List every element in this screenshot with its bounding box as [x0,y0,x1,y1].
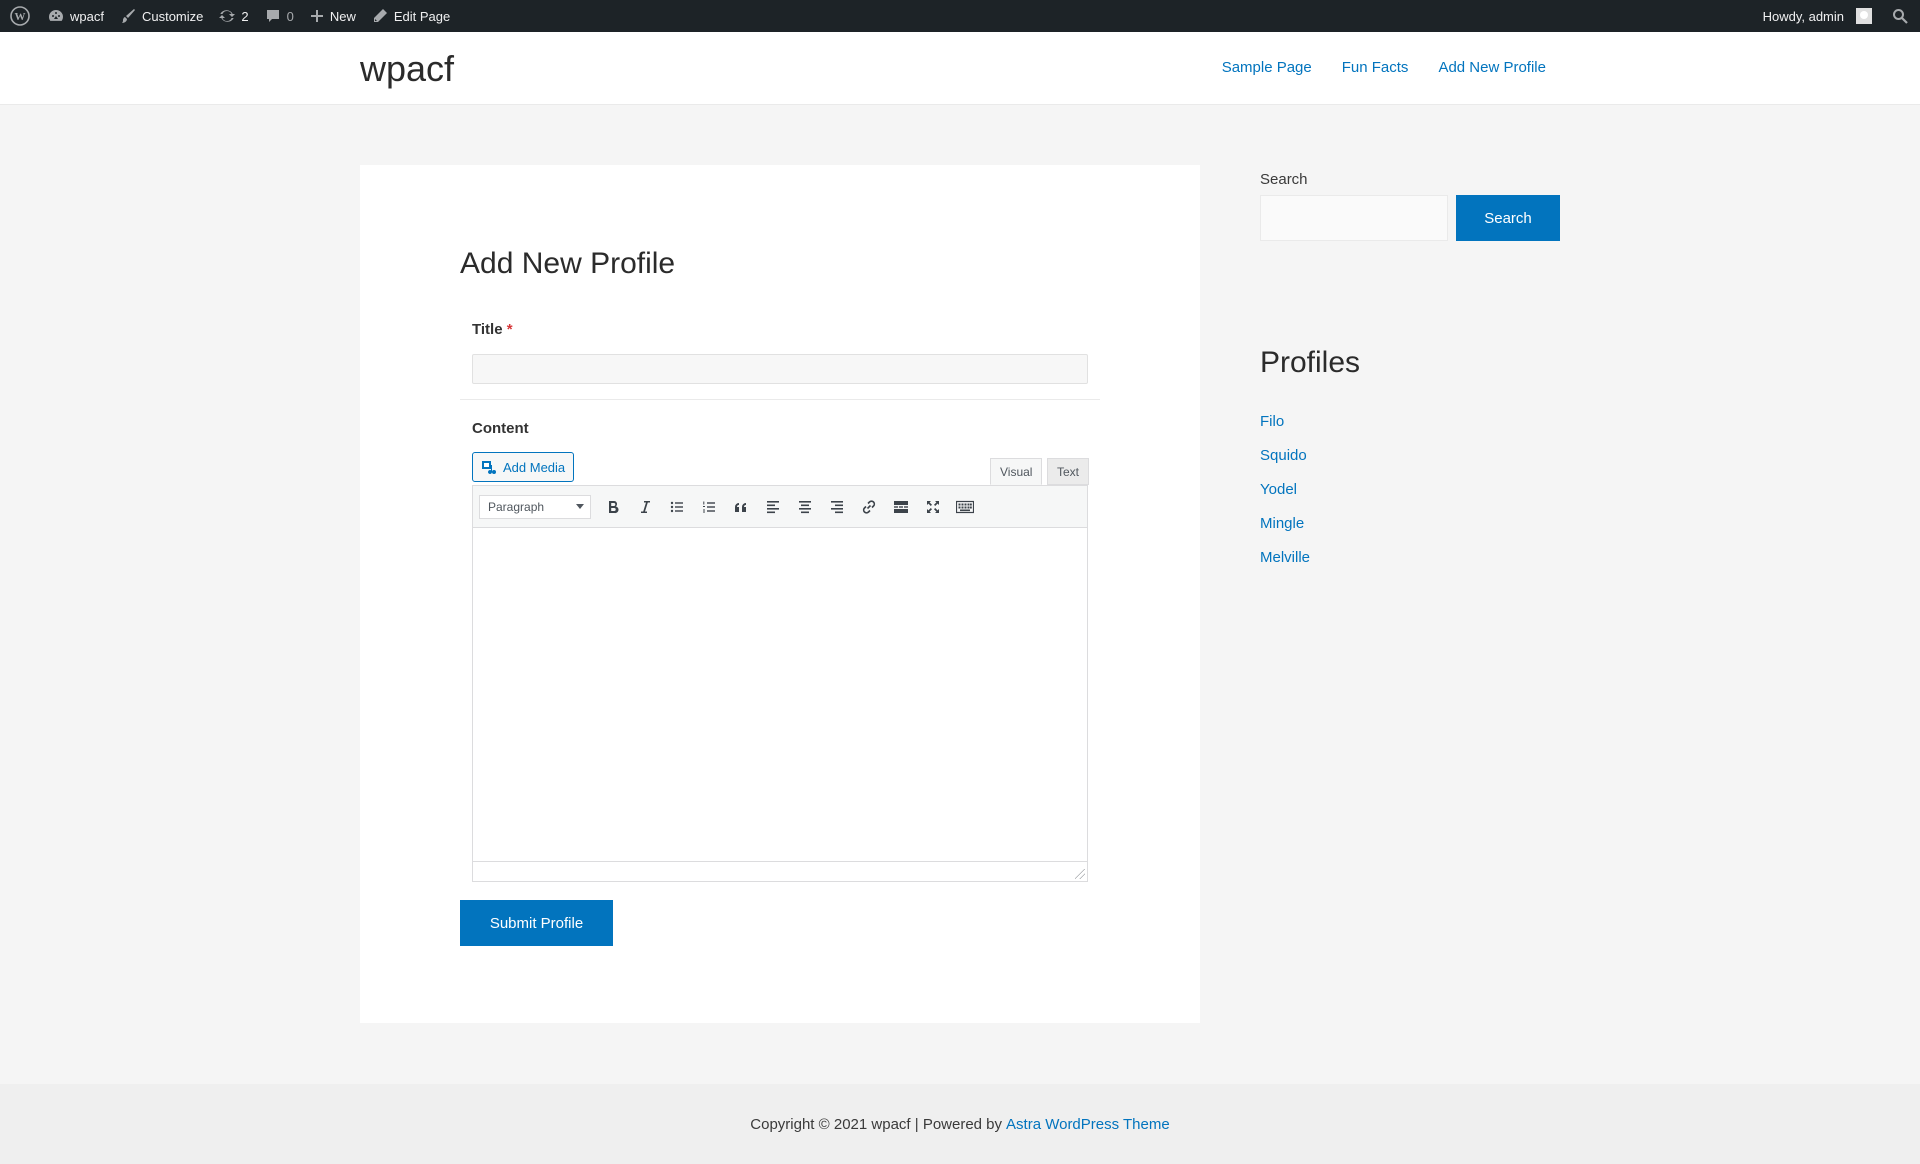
main-content-card: Add New Profile Title * Content Add Medi… [360,165,1200,1023]
profile-link-squido[interactable]: Squido [1260,447,1307,464]
my-account-menu[interactable]: Howdy, admin [1755,0,1880,32]
admin-bar: W wpacf Customize 2 0 New Edit Page Howd [0,0,1920,32]
svg-text:W: W [15,11,26,23]
howdy-label: Howdy, admin [1762,8,1844,24]
bold-icon [609,500,619,513]
search-icon [1893,9,1908,24]
profile-link-filo[interactable]: Filo [1260,413,1284,430]
bulleted-list-icon [670,501,683,512]
align-left-icon [767,500,779,513]
comment-icon [266,10,279,22]
admin-search[interactable] [1880,0,1920,32]
align-center-button[interactable] [789,492,821,522]
nav-item-sample-page[interactable]: Sample Page [1222,59,1312,76]
field-divider [460,399,1100,400]
comments-count: 0 [286,8,294,24]
tab-visual[interactable]: Visual [990,458,1043,485]
bold-button[interactable] [597,492,629,522]
tab-text[interactable]: Text [1047,458,1090,485]
site-name-menu[interactable]: wpacf [40,0,112,32]
site-header: wpacf Sample Page Fun Facts Add New Prof… [0,32,1920,105]
wordpress-logo-icon[interactable]: W [0,0,40,32]
search-button[interactable]: Search [1456,195,1560,241]
list-item: Yodel [1260,481,1310,515]
read-more-button[interactable] [885,492,917,522]
search-input[interactable] [1260,195,1448,241]
link-icon [862,499,876,514]
insert-link-button[interactable] [853,492,885,522]
plus-icon [310,10,323,22]
site-title[interactable]: wpacf [360,48,454,90]
profile-link-melville[interactable]: Melville [1260,549,1310,566]
dashboard-icon [49,10,63,21]
search-label: Search [1260,171,1308,188]
site-footer: Copyright © 2021 wpacf | Powered by Astr… [0,1084,1920,1164]
updates-menu[interactable]: 2 [211,0,256,32]
keyboard-icon [956,500,974,513]
list-item: Melville [1260,549,1310,583]
format-select-value: Paragraph [488,499,545,514]
edit-page-menu[interactable]: Edit Page [364,0,458,32]
title-label-text: Title [472,321,503,338]
align-right-button[interactable] [821,492,853,522]
list-item: Filo [1260,413,1310,447]
content-editor: Paragraph [472,485,1088,882]
editor-statusbar [473,861,1087,881]
media-icon [482,461,496,475]
profile-link-mingle[interactable]: Mingle [1260,515,1304,532]
align-left-button[interactable] [757,492,789,522]
resize-handle-icon[interactable] [1075,869,1085,879]
italic-button[interactable] [629,492,661,522]
blockquote-button[interactable] [725,492,757,522]
profile-link-yodel[interactable]: Yodel [1260,481,1297,498]
add-media-label: Add Media [503,459,566,475]
primary-nav: Sample Page Fun Facts Add New Profile [1222,59,1546,76]
theme-link[interactable]: Astra WordPress Theme [1006,1116,1170,1133]
fullscreen-button[interactable] [917,492,949,522]
edit-page-label: Edit Page [393,8,451,24]
comments-menu[interactable]: 0 [257,0,302,32]
content-field-label: Content [472,420,529,437]
align-right-icon [831,500,843,513]
editor-content-area[interactable] [473,528,1087,861]
profiles-widget-title: Profiles [1260,346,1361,379]
numbered-list-button[interactable] [693,492,725,522]
nav-item-fun-facts[interactable]: Fun Facts [1342,59,1409,76]
bulleted-list-button[interactable] [661,492,693,522]
align-center-icon [799,500,811,513]
add-media-button[interactable]: Add Media [472,452,575,482]
title-input[interactable] [472,354,1088,384]
customize-menu[interactable]: Customize [112,0,211,32]
numbered-list-icon [703,501,715,512]
submit-profile-button[interactable]: Submit Profile [460,900,613,946]
title-field-label: Title * [472,321,513,338]
editor-toolbar: Paragraph [473,486,1087,528]
read-more-icon [894,500,908,513]
avatar [1856,8,1872,24]
customize-label: Customize [141,8,204,24]
toolbar-toggle-button[interactable] [949,492,981,522]
chevron-down-icon [576,504,584,509]
italic-icon [641,500,650,513]
required-mark: * [506,321,513,338]
copyright-text: Copyright © 2021 wpacf | Powered by [750,1115,1003,1133]
site-name-label: wpacf [70,8,104,24]
updates-count: 2 [241,8,249,24]
format-select[interactable]: Paragraph [479,494,591,519]
quote-icon [735,502,746,512]
page-title: Add New Profile [460,247,676,280]
new-content-menu[interactable]: New [302,0,364,32]
list-item: Mingle [1260,515,1310,549]
fullscreen-icon [927,500,939,513]
refresh-icon [219,10,236,22]
brush-icon [121,9,135,23]
pencil-icon [373,9,387,22]
list-item: Squido [1260,447,1310,481]
new-label: New [329,8,356,24]
profiles-list: Filo Squido Yodel Mingle Melville [1260,413,1310,583]
nav-item-add-new-profile[interactable]: Add New Profile [1438,59,1546,76]
